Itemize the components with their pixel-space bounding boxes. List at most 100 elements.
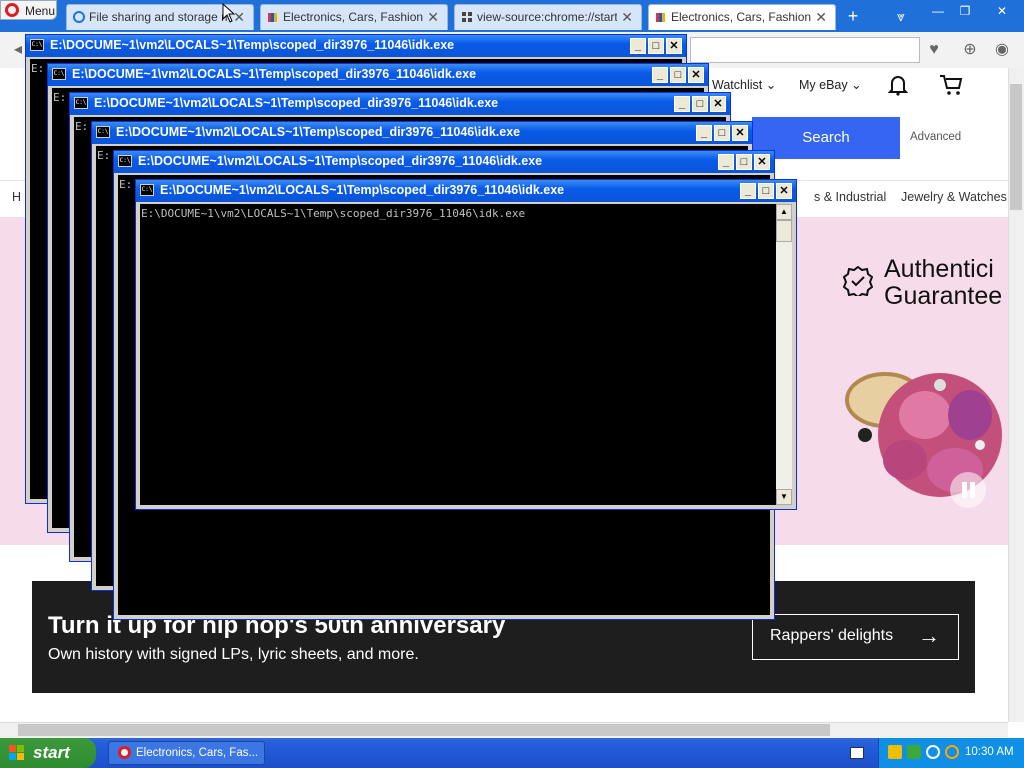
security-shield-icon[interactable] xyxy=(888,745,902,759)
console-app-icon: C:\ xyxy=(30,39,44,51)
account-icon[interactable]: ◉ xyxy=(992,40,1012,60)
console-app-icon: C:\ xyxy=(118,155,132,167)
console-maximize-button[interactable]: □ xyxy=(758,183,774,199)
browser-menu-button[interactable]: Menu xyxy=(0,0,57,20)
console-maximize-button[interactable]: □ xyxy=(714,125,730,141)
cart-icon[interactable] xyxy=(939,74,963,96)
console-minimize-button[interactable]: _ xyxy=(718,154,734,170)
console-title: E:\DOCUME~1\vm2\LOCALS~1\Temp\scoped_dir… xyxy=(160,183,565,197)
console-title-bar[interactable]: C:\ E:\DOCUME~1\vm2\LOCALS~1\Temp\scoped… xyxy=(48,64,708,86)
category-industrial[interactable]: s & Industrial xyxy=(814,190,886,204)
tab-label: Electronics, Cars, Fashion, C xyxy=(283,10,423,24)
keyboard-icon[interactable] xyxy=(850,747,864,759)
console-text: E: xyxy=(53,91,67,104)
watchlist-link[interactable]: Watchlist ⌄ xyxy=(712,77,776,92)
console-title: E:\DOCUME~1\vm2\LOCALS~1\Temp\scoped_dir… xyxy=(138,154,543,168)
console-close-button[interactable]: ✕ xyxy=(710,96,726,112)
start-label: start xyxy=(33,743,70,762)
console-title-bar[interactable]: C:\ E:\DOCUME~1\vm2\LOCALS~1\Temp\scoped… xyxy=(92,122,752,144)
console-title: E:\DOCUME~1\vm2\LOCALS~1\Temp\scoped_dir… xyxy=(72,67,477,81)
notification-bell-icon[interactable] xyxy=(888,74,908,96)
download-icon[interactable]: ⊕ xyxy=(960,40,980,60)
console-close-button[interactable]: ✕ xyxy=(754,154,770,170)
advanced-search-link[interactable]: Advanced xyxy=(910,131,961,143)
scroll-down-arrow-icon[interactable]: ▼ xyxy=(776,489,792,505)
console-title-bar[interactable]: C:\ E:\DOCUME~1\vm2\LOCALS~1\Temp\scoped… xyxy=(136,180,796,202)
console-text: E: xyxy=(97,149,111,162)
console-minimize-button[interactable]: _ xyxy=(740,183,756,199)
console-scrollbar[interactable]: ▲ ▼ xyxy=(776,204,792,505)
page-horizontal-scroll-thumb[interactable] xyxy=(18,724,830,736)
scroll-up-arrow-icon[interactable]: ▲ xyxy=(776,204,792,220)
console-app-icon: C:\ xyxy=(140,184,154,196)
console-title: E:\DOCUME~1\vm2\LOCALS~1\Temp\scoped_dir… xyxy=(116,125,521,139)
taskbar-item-browser[interactable]: Electronics, Cars, Fas... xyxy=(108,741,265,765)
console-title-bar[interactable]: C:\ E:\DOCUME~1\vm2\LOCALS~1\Temp\scoped… xyxy=(114,151,774,173)
console-maximize-button[interactable]: □ xyxy=(648,38,664,54)
tab-label: Electronics, Cars, Fashion, C xyxy=(671,10,811,24)
chevron-down-icon: ⌄ xyxy=(851,78,862,92)
ebay-favicon-icon xyxy=(656,13,665,22)
windows-logo-icon xyxy=(9,745,24,760)
promo-cta-button[interactable]: Rappers' delights → xyxy=(752,614,959,660)
network-icon[interactable] xyxy=(907,745,921,759)
arrow-right-icon: → xyxy=(918,623,940,648)
console-text: E:\DOCUME~1\vm2\LOCALS~1\Temp\scoped_dir… xyxy=(141,207,526,220)
console-scroll-thumb[interactable] xyxy=(776,220,792,242)
close-tab-icon[interactable]: ✕ xyxy=(815,9,827,26)
clock: 10:30 AM xyxy=(965,746,1014,758)
opera-logo-icon xyxy=(5,3,19,17)
console-close-button[interactable]: ✕ xyxy=(776,183,792,199)
new-tab-button[interactable]: + xyxy=(842,6,864,26)
my-ebay-label: My eBay xyxy=(799,78,848,92)
tab-menu-icon[interactable]: ⩔ xyxy=(890,6,912,26)
hero-line-1: Authentici xyxy=(884,255,994,283)
cloud-sync-icon xyxy=(73,11,85,23)
console-title: E:\DOCUME~1\vm2\LOCALS~1\Temp\scoped_dir… xyxy=(94,96,499,110)
console-close-button[interactable]: ✕ xyxy=(688,67,704,83)
search-tray-icon[interactable] xyxy=(926,745,940,759)
promo-cta-label: Rappers' delights xyxy=(770,627,894,644)
category-jewelry[interactable]: Jewelry & Watches xyxy=(901,190,1007,204)
authenticity-badge-icon xyxy=(843,266,873,296)
category-home[interactable]: H xyxy=(12,190,21,204)
start-button[interactable]: start xyxy=(0,738,96,768)
promo-subtitle: Own history with signed LPs, lyric sheet… xyxy=(48,646,419,663)
tab-view-source[interactable]: view-source:chrome://startp ✕ xyxy=(454,4,642,30)
page-vertical-scroll-thumb[interactable] xyxy=(1010,84,1022,210)
console-minimize-button[interactable]: _ xyxy=(674,96,690,112)
console-maximize-button[interactable]: □ xyxy=(736,154,752,170)
console-output[interactable]: E:\DOCUME~1\vm2\LOCALS~1\Temp\scoped_dir… xyxy=(140,204,776,505)
tab-ebay-active[interactable]: Electronics, Cars, Fashion, C ✕ xyxy=(648,4,836,30)
console-close-button[interactable]: ✕ xyxy=(732,125,748,141)
close-tab-icon[interactable]: ✕ xyxy=(427,9,439,26)
console-window-6[interactable]: C:\ E:\DOCUME~1\vm2\LOCALS~1\Temp\scoped… xyxy=(135,179,797,510)
ebay-favicon-icon xyxy=(268,13,277,22)
console-minimize-button[interactable]: _ xyxy=(630,38,646,54)
console-text: E: xyxy=(75,120,89,133)
console-close-button[interactable]: ✕ xyxy=(666,38,682,54)
magnifier-icon[interactable] xyxy=(945,745,959,759)
close-tab-icon[interactable]: ✕ xyxy=(621,9,633,26)
console-app-icon: C:\ xyxy=(74,97,88,109)
hero-line-2: Guarantee xyxy=(884,282,1003,310)
address-field[interactable] xyxy=(690,37,920,63)
tab-label: view-source:chrome://startp xyxy=(477,10,617,24)
grid-icon xyxy=(462,12,472,22)
chevron-down-icon: ⌄ xyxy=(765,78,777,92)
heart-icon[interactable]: ♥ xyxy=(924,40,944,60)
console-maximize-button[interactable]: □ xyxy=(670,67,686,83)
maximize-window-button[interactable]: ❐ xyxy=(955,3,975,19)
console-maximize-button[interactable]: □ xyxy=(692,96,708,112)
console-minimize-button[interactable]: _ xyxy=(696,125,712,141)
console-title-bar[interactable]: C:\ E:\DOCUME~1\vm2\LOCALS~1\Temp\scoped… xyxy=(26,35,686,57)
console-text: E: xyxy=(31,62,45,75)
tab-ebay-1[interactable]: Electronics, Cars, Fashion, C ✕ xyxy=(260,4,448,30)
opera-logo-icon xyxy=(118,746,131,759)
my-ebay-link[interactable]: My eBay ⌄ xyxy=(799,77,862,92)
console-title-bar[interactable]: C:\ E:\DOCUME~1\vm2\LOCALS~1\Temp\scoped… xyxy=(70,93,730,115)
close-window-button[interactable]: ✕ xyxy=(992,3,1012,19)
minimize-window-button[interactable]: — xyxy=(928,3,948,19)
pause-carousel-button[interactable] xyxy=(950,472,986,508)
console-minimize-button[interactable]: _ xyxy=(652,67,668,83)
